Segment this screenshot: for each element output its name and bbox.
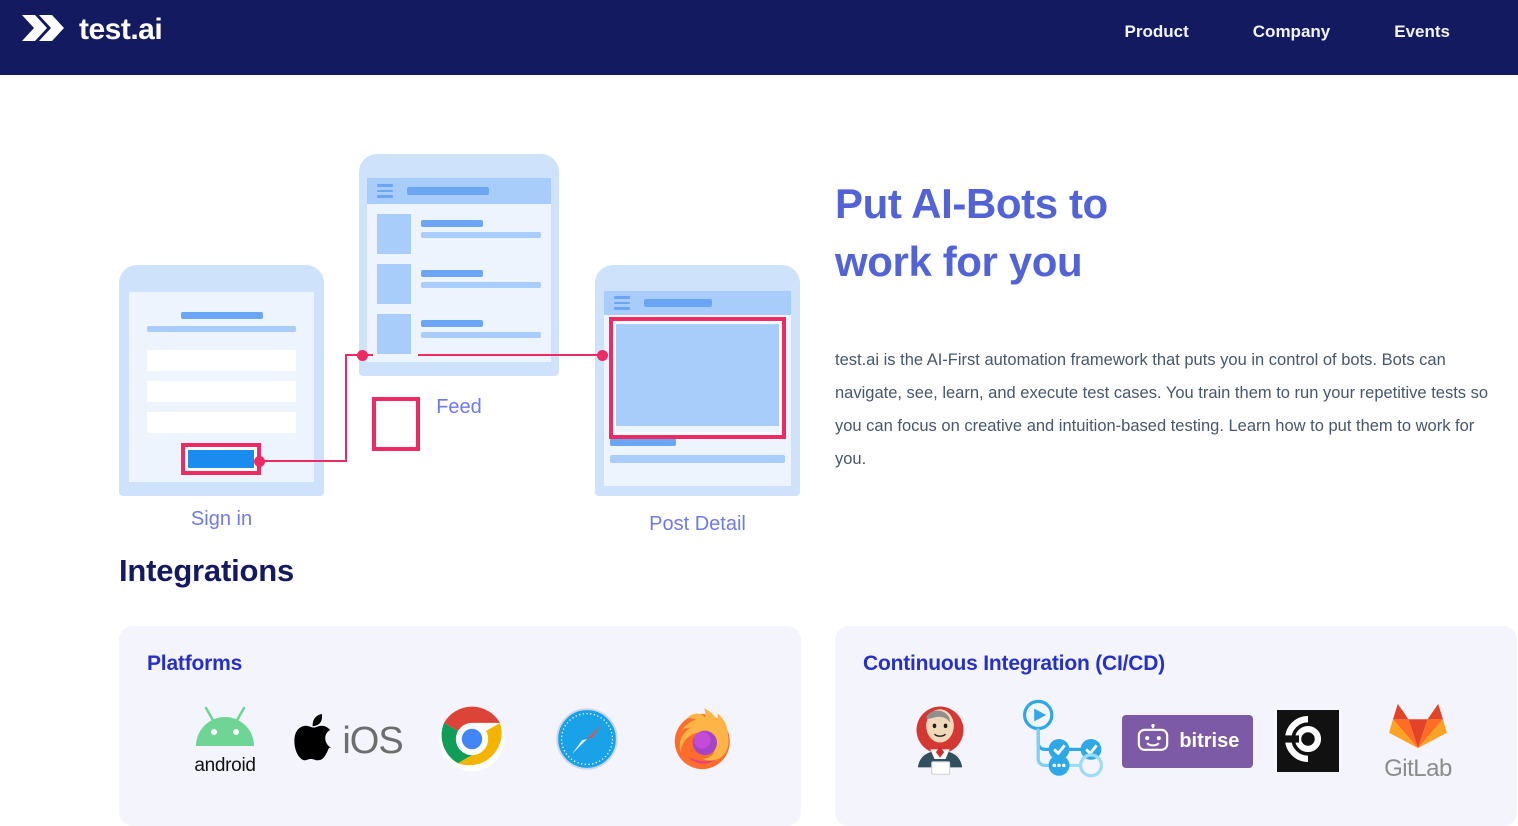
connector-line-1a bbox=[259, 460, 346, 462]
connector-dot-signin bbox=[254, 456, 265, 467]
logo-firefox[interactable] bbox=[645, 698, 757, 784]
apple-icon bbox=[294, 713, 336, 769]
safari-icon bbox=[555, 707, 618, 775]
logo-circleci[interactable] bbox=[1253, 698, 1363, 784]
integrations-title: Integrations bbox=[119, 553, 295, 588]
logo-chrome[interactable] bbox=[416, 698, 528, 784]
logo-bitrise[interactable]: bitrise bbox=[1122, 698, 1254, 784]
site-header: test.ai Product Company Events bbox=[0, 0, 1518, 75]
hamburger-icon bbox=[377, 184, 393, 198]
mockup-label-post-detail: Post Detail bbox=[649, 513, 746, 535]
hero-title-line-2: work for you bbox=[835, 237, 1083, 285]
nav-item-events[interactable]: Events bbox=[1362, 16, 1482, 48]
connector-line-2 bbox=[418, 354, 608, 356]
gitlab-label: GitLab bbox=[1384, 754, 1452, 782]
integration-cards: Platforms android iOS Continuous Integra… bbox=[119, 626, 1518, 826]
logo-ios[interactable]: iOS bbox=[284, 698, 414, 784]
hero-section: Feed Sign in Post Detail Put AI-Bots to … bbox=[0, 75, 1518, 545]
nav-item-product[interactable]: Product bbox=[1093, 16, 1221, 48]
firefox-icon bbox=[669, 707, 733, 776]
logo-jenkins[interactable] bbox=[885, 698, 995, 784]
android-label: android bbox=[194, 754, 256, 776]
signin-submit-button[interactable] bbox=[188, 450, 254, 468]
card-platforms-title: Platforms bbox=[147, 652, 243, 675]
gitlab-icon bbox=[1389, 700, 1447, 755]
chrome-icon bbox=[439, 706, 505, 777]
ios-label: iOS bbox=[342, 719, 403, 762]
logo-android[interactable]: android bbox=[169, 698, 281, 784]
highlight-box-post-image[interactable] bbox=[609, 317, 786, 439]
logo-azure-pipelines[interactable] bbox=[995, 698, 1123, 784]
highlight-box-signin-button[interactable] bbox=[181, 443, 261, 475]
hero-copy: Put AI-Bots to work for you test.ai is t… bbox=[835, 75, 1518, 476]
main-nav: Product Company Events bbox=[1093, 10, 1482, 50]
brand-name: test.ai bbox=[79, 13, 163, 46]
hamburger-icon bbox=[614, 296, 630, 310]
nav-item-company[interactable]: Company bbox=[1221, 16, 1362, 48]
mockup-label-signin: Sign in bbox=[190, 508, 253, 530]
hero-illustration: Feed Sign in Post Detail bbox=[0, 75, 835, 545]
connector-line-1b bbox=[345, 355, 347, 462]
android-icon bbox=[192, 706, 258, 753]
jenkins-icon bbox=[905, 701, 975, 782]
highlight-box-feed-item[interactable] bbox=[372, 397, 420, 451]
hero-paragraph: test.ai is the AI-First automation frame… bbox=[835, 350, 1489, 468]
platforms-logo-row: android iOS bbox=[147, 698, 773, 784]
bitrise-robot-icon bbox=[1136, 723, 1170, 759]
connector-dot-feed-in bbox=[357, 350, 368, 361]
azure-pipelines-icon bbox=[1011, 699, 1107, 784]
card-ci-cd-title: Continuous Integration (CI/CD) bbox=[863, 652, 1165, 675]
circleci-icon bbox=[1281, 712, 1335, 771]
bitrise-label: bitrise bbox=[1179, 729, 1240, 752]
card-ci-cd: Continuous Integration (CI/CD) bitrise G… bbox=[835, 626, 1517, 826]
logo-gitlab[interactable]: GitLab bbox=[1363, 698, 1473, 784]
double-chevron-icon bbox=[22, 14, 66, 46]
card-platforms: Platforms android iOS bbox=[119, 626, 801, 826]
hero-title-line-1: Put AI-Bots to bbox=[835, 180, 1108, 227]
mockup-post-detail: Post Detail bbox=[595, 265, 800, 535]
brand-logo-link[interactable]: test.ai bbox=[22, 10, 163, 50]
integrations-section: Integrations Platforms android iOS Conti… bbox=[0, 545, 1518, 826]
mockup-feed: Feed bbox=[359, 154, 559, 451]
logo-safari[interactable] bbox=[531, 698, 643, 784]
ci-cd-logo-row: bitrise GitLab bbox=[863, 698, 1489, 784]
hero-title: Put AI-Bots to work for you bbox=[835, 175, 1255, 291]
connector-dot-post-in bbox=[597, 350, 608, 361]
